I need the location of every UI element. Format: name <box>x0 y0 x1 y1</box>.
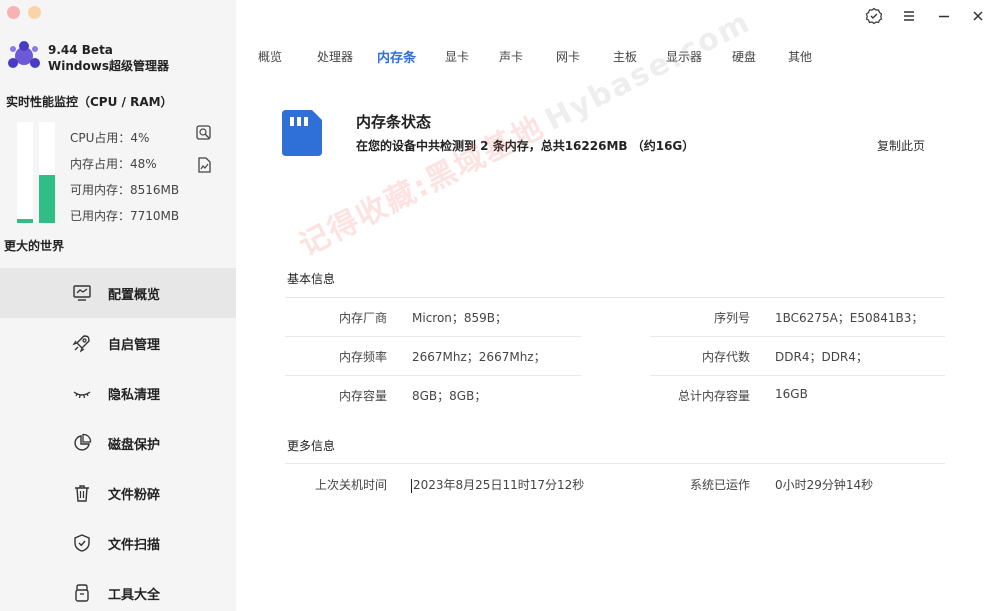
watermark-domain: Hybase.com <box>539 4 757 139</box>
menu-button[interactable] <box>899 6 919 26</box>
last-shutdown-field[interactable]: 2023年8月25日11时17分12秒 <box>411 476 584 493</box>
sidebar: 9.44 Beta Windows超级管理器 实时性能监控（CPU / RAM）… <box>0 0 236 611</box>
sidebar-nav: 配置概览 自启管理 隐私清理 磁盘保护 文件粉碎 文件扫描 工具大全 <box>0 268 236 611</box>
copy-page-button[interactable]: 复制此页 <box>877 137 925 154</box>
monitor-title: 实时性能监控（CPU / RAM） <box>6 95 173 109</box>
nav-item-privacy[interactable]: 隐私清理 <box>0 368 236 418</box>
nav-item-disk[interactable]: 磁盘保护 <box>0 418 236 468</box>
used-memory-text: 已用内存：7710MB <box>70 209 180 223</box>
nav-item-scan[interactable]: 文件扫描 <box>0 518 236 568</box>
tab-overview[interactable]: 概览 <box>258 48 282 65</box>
brand: 9.44 Beta Windows超级管理器 <box>48 42 169 74</box>
window-traffic-lights <box>7 6 41 19</box>
divider <box>650 336 945 337</box>
shield-check-icon <box>74 534 90 552</box>
tab-other[interactable]: 其他 <box>788 48 812 65</box>
last-shutdown-value: 2023年8月25日11时17分12秒 <box>413 478 585 492</box>
divider <box>285 336 581 337</box>
cpu-usage-text: CPU占用：4% <box>70 131 150 145</box>
last-shutdown-label: 上次关机时间 <box>314 478 387 492</box>
nav-item-startup[interactable]: 自启管理 <box>0 318 236 368</box>
tab-memory[interactable]: 内存条 <box>377 47 416 66</box>
status-subtitle: 在您的设备中共检测到 2 条内存，总共16226MB （约16G） <box>356 139 695 153</box>
vendor-label: 内存厂商 <box>338 311 387 325</box>
nav-label: 自启管理 <box>108 337 161 353</box>
frequency-label: 内存频率 <box>338 350 387 364</box>
total-capacity-value: 16GB <box>775 387 808 401</box>
section-more-info: 更多信息 <box>287 439 336 453</box>
total-capacity-label: 总计内存容量 <box>677 389 750 403</box>
memory-usage-text: 内存占用：48% <box>70 157 157 171</box>
watermark: 记得收藏:黑域基地Hybase.com <box>290 0 757 264</box>
memory-card-icon <box>282 110 322 156</box>
divider <box>285 375 581 376</box>
tab-disk[interactable]: 硬盘 <box>732 48 756 65</box>
text-cursor <box>411 478 412 493</box>
frequency-value: 2667Mhz；2667Mhz； <box>412 350 546 364</box>
toolbox-icon <box>75 584 89 602</box>
divider <box>650 375 945 376</box>
close-dot[interactable] <box>7 6 20 19</box>
memory-usage-bar <box>39 122 55 223</box>
tab-gpu[interactable]: 显卡 <box>445 48 469 65</box>
world-text: 更大的世界 <box>4 239 65 253</box>
verified-badge-icon <box>865 7 883 25</box>
watermark-main: 记得收藏:黑域基地 <box>293 109 551 264</box>
nav-item-overview[interactable]: 配置概览 <box>0 268 236 318</box>
nav-label: 文件扫描 <box>108 537 161 553</box>
nav-label: 文件粉碎 <box>108 487 161 503</box>
generation-value: DDR4；DDR4； <box>775 350 868 364</box>
rocket-icon <box>72 335 90 353</box>
section-basic-info: 基本信息 <box>287 272 336 286</box>
pie-chart-icon <box>74 433 92 451</box>
hamburger-menu-icon <box>904 11 914 21</box>
nav-label: 工具大全 <box>108 587 161 603</box>
monitor-stats: CPU占用：4% 内存占用：48% 可用内存：8516MB 已用内存：7710M… <box>70 130 179 234</box>
tab-network[interactable]: 网卡 <box>556 48 580 65</box>
serial-label: 序列号 <box>713 311 750 325</box>
cpu-usage-bar <box>17 122 33 223</box>
brand-version: 9.44 Beta <box>48 43 113 57</box>
eye-closed-icon <box>73 391 91 399</box>
tab-sound[interactable]: 声卡 <box>499 48 523 65</box>
tab-display[interactable]: 显示器 <box>666 48 702 65</box>
tab-motherboard[interactable]: 主板 <box>613 48 637 65</box>
nav-label: 隐私清理 <box>108 387 161 403</box>
capacity-label: 内存容量 <box>338 389 387 403</box>
available-memory-text: 可用内存：8516MB <box>70 183 180 197</box>
minimize-button[interactable] <box>934 6 954 26</box>
app-logo-icon <box>8 41 40 68</box>
trash-icon <box>75 485 89 502</box>
status-title: 内存条状态 <box>356 113 432 131</box>
nav-item-tools[interactable]: 工具大全 <box>0 568 236 611</box>
badge-check-button[interactable] <box>864 6 884 26</box>
divider <box>285 297 945 298</box>
monitor-chart-icon <box>73 285 91 301</box>
close-button[interactable] <box>968 6 988 26</box>
minimize-dot[interactable] <box>28 6 41 19</box>
nav-item-shredder[interactable]: 文件粉碎 <box>0 468 236 518</box>
uptime-label: 系统已运作 <box>689 478 750 492</box>
generation-label: 内存代数 <box>701 350 750 364</box>
divider <box>285 463 945 464</box>
serial-value: 1BC6275A；E50841B3； <box>775 311 924 325</box>
nav-label: 磁盘保护 <box>108 437 161 453</box>
memory-usage-fill <box>39 174 55 223</box>
capacity-value: 8GB；8GB； <box>412 389 487 403</box>
vendor-value: Micron；859B； <box>412 311 508 325</box>
cpu-usage-fill <box>17 218 33 223</box>
uptime-value: 0小时29分钟14秒 <box>775 478 874 492</box>
image-search-icon[interactable] <box>195 124 213 142</box>
file-chart-icon[interactable] <box>195 156 213 174</box>
brand-name: Windows超级管理器 <box>48 59 169 73</box>
minimize-icon <box>939 15 949 18</box>
close-icon <box>973 11 983 21</box>
tab-cpu[interactable]: 处理器 <box>317 48 353 65</box>
nav-label: 配置概览 <box>108 287 161 303</box>
